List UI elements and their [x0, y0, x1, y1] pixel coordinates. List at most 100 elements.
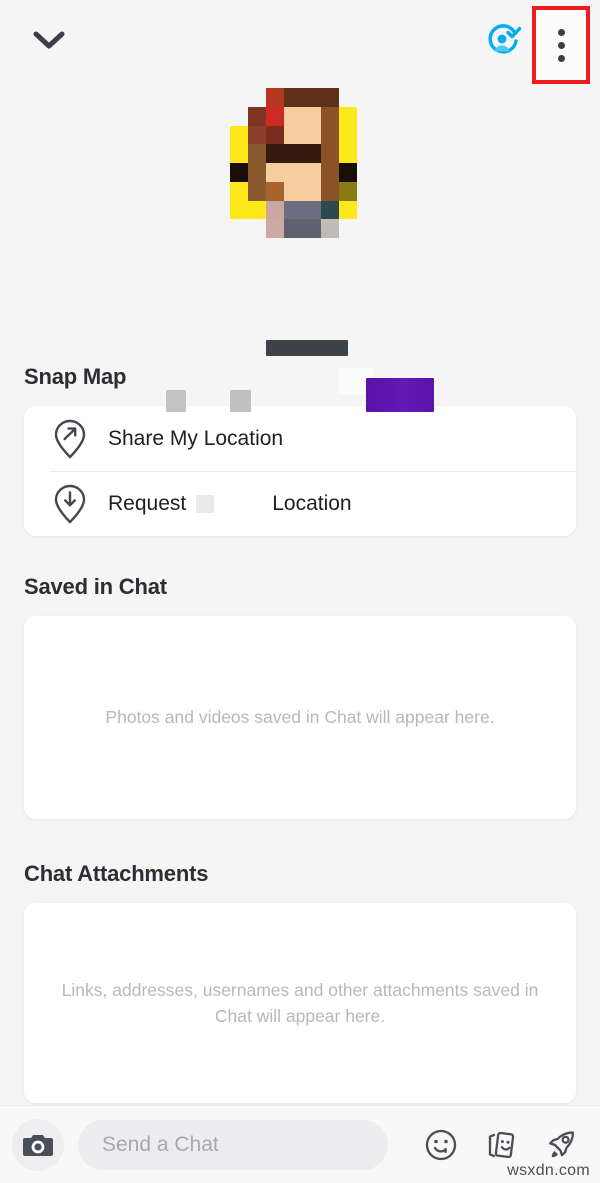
- chat-bar-actions: [422, 1126, 586, 1164]
- avatar-pixel-1-5: [320, 106, 339, 126]
- profile-content-scroll[interactable]: Snap Map Share My Location Request Locat…: [0, 360, 600, 1105]
- avatar-pixel-4-2: [266, 163, 285, 182]
- avatar-pixel-7-6: [338, 219, 357, 238]
- avatar-pixel-5-7: [356, 181, 375, 201]
- row-request-location[interactable]: Request Location: [24, 471, 576, 536]
- row-share-my-location[interactable]: Share My Location: [24, 406, 576, 471]
- bitmoji-cards-icon[interactable]: [482, 1126, 520, 1164]
- avatar-pixel-6-6: [338, 200, 357, 220]
- avatar-pixel-0-0: [230, 88, 249, 107]
- avatar-pixel-1-2: [266, 106, 285, 126]
- avatar-pixel-4-5: [320, 163, 339, 182]
- avatar-pixel-5-3: [284, 181, 303, 201]
- section-title-saved-in-chat: Saved in Chat: [24, 574, 167, 599]
- avatar-pixel-3-7: [356, 144, 375, 163]
- header-bar: [0, 0, 600, 84]
- kebab-dot-2: [557, 41, 565, 49]
- profile-header: [0, 78, 600, 412]
- avatar-pixel-4-7: [356, 163, 375, 182]
- avatar-pixel-3-2: [266, 144, 285, 163]
- avatar-pixel-7-0: [230, 219, 249, 238]
- avatar-pixel-6-4: [302, 200, 321, 220]
- avatar-pixel-0-4: [302, 88, 321, 107]
- avatar-pixel-1-7: [356, 106, 375, 126]
- section-snap-map: Snap Map Share My Location Request Locat…: [24, 364, 576, 536]
- camera-icon[interactable]: [12, 1118, 64, 1171]
- location-pin-request-icon: [50, 484, 90, 524]
- snapchat-chat-profile-screen: Snap Map Share My Location Request Locat…: [0, 0, 600, 1183]
- row-label-share-my-location: Share My Location: [108, 426, 284, 450]
- avatar-pixel-2-1: [248, 125, 267, 145]
- avatar-pixel-7-4: [302, 219, 321, 238]
- saved-in-chat-empty-card: Photos and videos saved in Chat will app…: [24, 616, 576, 819]
- avatar-pixel-0-6: [338, 88, 357, 107]
- kebab-menu-icon[interactable]: [532, 6, 590, 84]
- avatar-pixel-5-0: [230, 181, 249, 201]
- avatar-pixel-2-7: [356, 125, 375, 145]
- chevron-down-icon[interactable]: [30, 25, 68, 55]
- avatar-pixel-1-4: [302, 106, 321, 126]
- avatar-pixel-6-0: [230, 200, 249, 220]
- site-watermark: wsxdn.com: [507, 1162, 590, 1179]
- avatar-pixel-0-3: [284, 88, 303, 107]
- avatar-pixel-6-2: [266, 200, 285, 220]
- row-label-request-suffix: Location: [272, 491, 352, 515]
- avatar-pixel-4-4: [302, 163, 321, 182]
- friend-added-verified-icon[interactable]: [484, 22, 522, 60]
- snap-map-card: Share My Location Request Location: [24, 406, 576, 536]
- avatar-pixel-5-4: [302, 181, 321, 201]
- avatar-pixel-2-3: [284, 125, 303, 145]
- avatar-pixel-1-6: [338, 106, 357, 126]
- avatar-pixel-3-3: [284, 144, 303, 163]
- avatar-pixel-6-5: [320, 200, 339, 220]
- send-a-chat-input[interactable]: [78, 1119, 388, 1170]
- section-saved-in-chat: Saved in Chat Photos and videos saved in…: [24, 574, 576, 819]
- avatar-pixel-2-6: [338, 125, 357, 145]
- avatar-pixel-7-2: [266, 219, 285, 238]
- avatar-pixel-2-2: [266, 125, 285, 145]
- avatar-pixel-4-3: [284, 163, 303, 182]
- avatar-pixel-1-3: [284, 106, 303, 126]
- avatar-pixel-6-1: [248, 200, 267, 220]
- avatar-pixel-3-4: [302, 144, 321, 163]
- chat-attachments-empty-text: Links, addresses, usernames and other at…: [61, 979, 539, 1026]
- avatar-pixel-0-7: [356, 88, 375, 107]
- avatar-pixel-4-1: [248, 163, 267, 182]
- avatar-pixel-4-6: [338, 163, 357, 182]
- saved-in-chat-empty-text: Photos and videos saved in Chat will app…: [105, 707, 495, 728]
- avatar-pixel-0-5: [320, 88, 339, 107]
- avatar-pixel-3-5: [320, 144, 339, 163]
- rocket-send-icon[interactable]: [542, 1126, 580, 1164]
- avatar-pixel-1-1: [248, 106, 267, 126]
- avatar-pixel-1-0: [230, 106, 249, 126]
- avatar-pixel-3-1: [248, 144, 267, 163]
- section-title-snap-map: Snap Map: [24, 364, 127, 389]
- avatar-pixel-2-0: [230, 125, 249, 145]
- kebab-dot-1: [557, 28, 565, 36]
- chat-input-bar: wsxdn.com: [0, 1105, 600, 1183]
- avatar-pixel-6-7: [356, 200, 375, 220]
- smiley-sticker-icon[interactable]: [422, 1126, 460, 1164]
- avatar-pixel-3-6: [338, 144, 357, 163]
- avatar-pixel-7-7: [356, 219, 375, 238]
- avatar-pixel-7-3: [284, 219, 303, 238]
- chat-attachments-empty-card: Links, addresses, usernames and other at…: [24, 903, 576, 1103]
- row-label-request-prefix: Request: [108, 491, 187, 515]
- avatar-pixel-2-5: [320, 125, 339, 145]
- avatar-pixel-3-0: [230, 144, 249, 163]
- avatar-pixel-7-1: [248, 219, 267, 238]
- avatar-pixel-2-4: [302, 125, 321, 145]
- redacted-display-name: [266, 340, 348, 356]
- section-title-chat-attachments: Chat Attachments: [24, 861, 209, 886]
- avatar[interactable]: [230, 88, 375, 238]
- avatar-pixel-7-5: [320, 219, 339, 238]
- avatar-pixel-0-1: [248, 88, 267, 107]
- avatar-pixel-5-1: [248, 181, 267, 201]
- location-pin-share-icon: [50, 419, 90, 459]
- section-chat-attachments: Chat Attachments Links, addresses, usern…: [24, 861, 576, 1103]
- avatar-pixel-5-2: [266, 181, 285, 201]
- avatar-pixel-5-6: [338, 181, 357, 201]
- avatar-pixel-0-2: [266, 88, 285, 107]
- avatar-pixel-5-5: [320, 181, 339, 201]
- kebab-dot-3: [557, 54, 565, 62]
